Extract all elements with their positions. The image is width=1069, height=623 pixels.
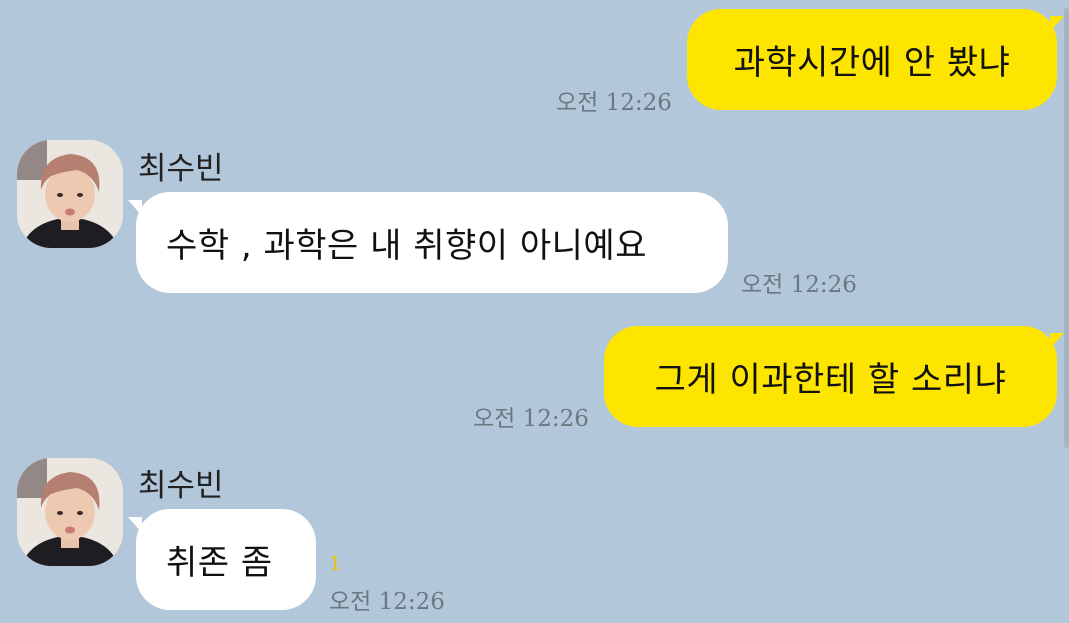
avatar[interactable] bbox=[17, 140, 123, 248]
message-time: 오전 12:26 bbox=[329, 589, 445, 615]
message-time: 오전 12:26 bbox=[556, 90, 672, 116]
sender-name: 최수빈 bbox=[138, 151, 224, 187]
message-text: 취존 좀 bbox=[166, 543, 273, 583]
message-time: 오전 12:26 bbox=[473, 406, 589, 432]
my-message-bubble[interactable]: 과학시간에 안 봤냐 bbox=[687, 9, 1057, 110]
other-message-bubble[interactable]: 취존 좀 bbox=[136, 509, 316, 610]
message-text: 수학 , 과학은 내 취향이 아니예요 bbox=[166, 226, 647, 266]
unread-count: 1 bbox=[329, 551, 342, 575]
avatar[interactable] bbox=[17, 458, 123, 566]
my-message-bubble[interactable]: 그게 이과한테 할 소리냐 bbox=[604, 326, 1057, 427]
message-text: 그게 이과한테 할 소리냐 bbox=[654, 360, 1007, 400]
bubble-tail bbox=[1050, 333, 1064, 349]
profile-photo-icon bbox=[17, 140, 123, 248]
message-time: 오전 12:26 bbox=[741, 272, 857, 298]
sender-name: 최수빈 bbox=[138, 468, 224, 504]
scrollbar-thumb[interactable] bbox=[1064, 8, 1069, 448]
bubble-tail bbox=[128, 200, 142, 216]
chat-area: 과학시간에 안 봤냐 오전 12:26 최수빈 수학 , 과학은 내 취향이 아… bbox=[0, 0, 1069, 623]
bubble-tail bbox=[128, 517, 142, 533]
message-text: 과학시간에 안 봤냐 bbox=[733, 43, 1011, 83]
other-message-bubble[interactable]: 수학 , 과학은 내 취향이 아니예요 bbox=[136, 192, 728, 293]
profile-photo-icon bbox=[17, 458, 123, 566]
bubble-tail bbox=[1050, 16, 1064, 32]
